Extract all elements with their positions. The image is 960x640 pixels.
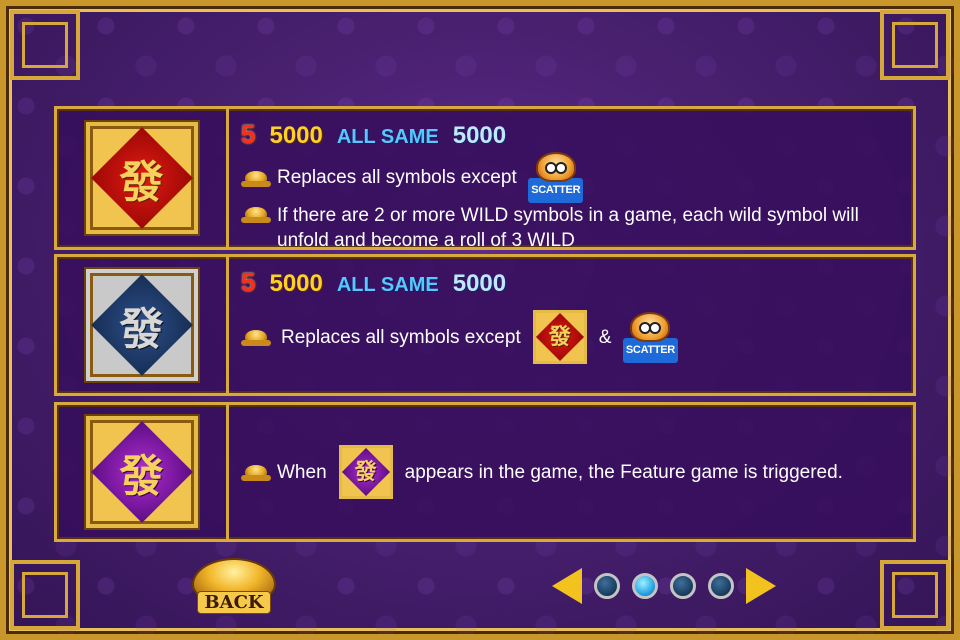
all-same-label: ALL SAME: [336, 126, 439, 148]
corner-ornament: [10, 560, 80, 630]
ingot-bullet-icon: [241, 170, 271, 189]
red-wild-symbol-icon: 發: [85, 122, 198, 234]
description-line: Replaces all symbols except 發 & SCATTER: [241, 310, 913, 364]
paytable-row-feature-symbol: 發 When 發 appears in the game, the Featur…: [54, 402, 916, 542]
symbol-description: When 發 appears in the game, the Feature …: [229, 405, 913, 539]
description-line: Replaces all symbols except SCATTER: [241, 152, 913, 203]
paytable-row-red-wild: 發 5 5000 ALL SAME 5000 Replaces all symb…: [54, 106, 916, 251]
blue-wild-symbol-icon: 發: [85, 269, 198, 381]
purple-feature-mini-icon: 發: [338, 445, 393, 499]
ingot-bullet-icon: [241, 207, 271, 225]
page-navigation: [552, 566, 776, 606]
page-dot-4[interactable]: [708, 573, 734, 599]
description-line: When 發 appears in the game, the Feature …: [241, 445, 843, 499]
page-dot-2[interactable]: [632, 573, 658, 599]
payout-count: 5: [241, 119, 256, 149]
scatter-lion-icon: SCATTER: [528, 152, 584, 203]
page-dot-1[interactable]: [594, 573, 620, 599]
scatter-lion-icon: SCATTER: [622, 311, 678, 363]
payout-value: 5000: [269, 122, 323, 149]
symbol-cell: 發: [57, 257, 229, 393]
paytable-screen: 發 5 5000 ALL SAME 5000 Replaces all symb…: [0, 0, 960, 640]
all-same-value: 5000: [452, 122, 507, 149]
all-same-label: ALL SAME: [336, 274, 439, 296]
symbol-cell: 發: [57, 405, 229, 539]
all-same-value: 5000: [452, 270, 507, 297]
payout-row: 5 5000 ALL SAME 5000: [241, 267, 913, 298]
ingot-bullet-icon: [241, 465, 271, 483]
back-label: BACK: [197, 591, 271, 614]
purple-feature-symbol-icon: 發: [85, 416, 198, 528]
corner-ornament: [10, 10, 80, 80]
prev-page-arrow-icon[interactable]: [552, 568, 582, 604]
page-dot-3[interactable]: [670, 573, 696, 599]
symbol-description: 5 5000 ALL SAME 5000 Replaces all symbol…: [229, 257, 913, 393]
payout-count: 5: [241, 267, 256, 297]
red-wild-mini-icon: 發: [532, 310, 587, 364]
corner-ornament: [880, 10, 950, 80]
payout-row: 5 5000 ALL SAME 5000: [241, 119, 913, 150]
next-page-arrow-icon[interactable]: [746, 568, 776, 604]
corner-ornament: [880, 560, 950, 630]
back-button[interactable]: BACK: [186, 558, 282, 614]
description-line: If there are 2 or more WILD symbols in a…: [241, 203, 913, 253]
paytable-row-blue-wild: 發 5 5000 ALL SAME 5000 Replaces all symb…: [54, 254, 916, 396]
symbol-description: 5 5000 ALL SAME 5000 Replaces all symbol…: [229, 109, 913, 251]
ingot-bullet-icon: [241, 330, 271, 348]
payout-value: 5000: [269, 270, 323, 297]
symbol-cell: 發: [57, 109, 229, 247]
